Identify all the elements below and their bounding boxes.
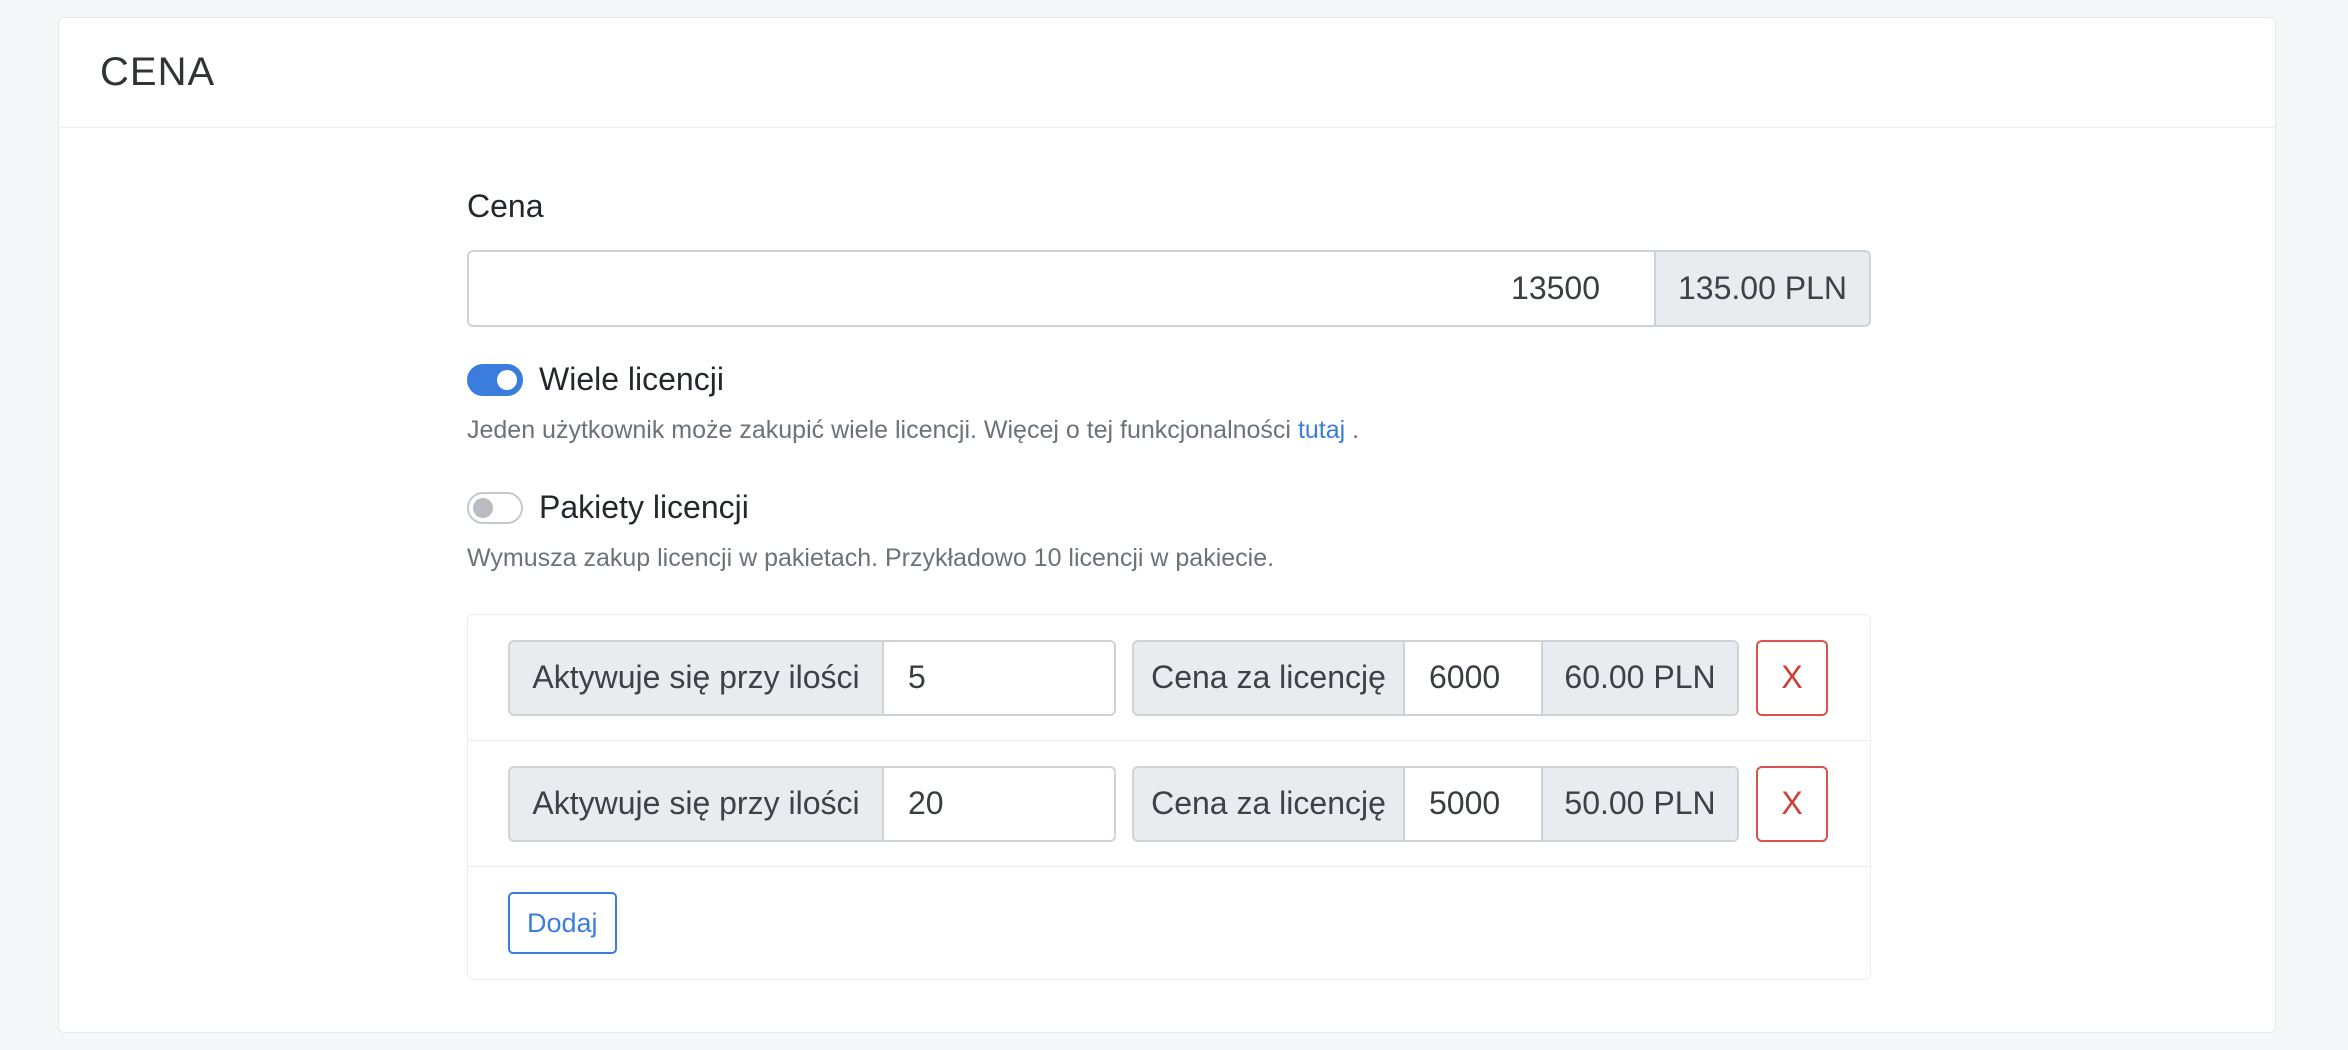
quantity-group: Aktywuje się przy ilości: [508, 765, 1116, 842]
license-price-label: Cena za licencję: [1132, 639, 1405, 716]
help-suffix: .: [1352, 416, 1360, 444]
license-price-group: Cena za licencję 60.00 PLN: [1132, 639, 1739, 716]
quantity-label: Aktywuje się przy ilości: [508, 639, 884, 716]
card-header: CENA: [59, 18, 2275, 128]
license-packages-label: Pakiety licencji: [539, 489, 749, 525]
toggle-knob: [497, 369, 517, 390]
license-price-display: 50.00 PLN: [1541, 765, 1739, 842]
multi-license-row: Wiele licencji: [467, 361, 724, 398]
license-price-input[interactable]: [1405, 639, 1541, 716]
packages-footer: Dodaj: [468, 867, 1870, 979]
quantity-input[interactable]: [884, 765, 1116, 842]
package-row: Aktywuje się przy ilości Cena za licencj…: [468, 741, 1870, 867]
multi-license-toggle[interactable]: [467, 363, 523, 396]
remove-package-button[interactable]: X: [1756, 765, 1828, 842]
license-packages-toggle[interactable]: [467, 491, 523, 524]
price-card: CENA Cena 135.00 PLN Wiele licencji Jede…: [58, 17, 2276, 1033]
help-link-tutaj[interactable]: tutaj: [1298, 416, 1345, 444]
price-input-group: 135.00 PLN: [467, 250, 1871, 327]
quantity-label: Aktywuje się przy ilości: [508, 765, 884, 842]
add-package-button[interactable]: Dodaj: [508, 892, 617, 954]
price-label: Cena: [467, 188, 544, 224]
license-price-input[interactable]: [1405, 765, 1541, 842]
price-input[interactable]: [467, 250, 1654, 327]
quantity-input[interactable]: [884, 639, 1116, 716]
package-row: Aktywuje się przy ilości Cena za licencj…: [468, 615, 1870, 741]
remove-package-button[interactable]: X: [1756, 639, 1828, 716]
price-display-addon: 135.00 PLN: [1654, 250, 1871, 327]
license-packages-help: Wymusza zakup licencji w pakietach. Przy…: [467, 544, 1275, 572]
packages-table: Aktywuje się przy ilości Cena za licencj…: [467, 614, 1871, 980]
multi-license-label: Wiele licencji: [539, 361, 724, 397]
multi-license-help-text: Jeden użytkownik może zakupić wiele lice…: [467, 416, 1291, 444]
license-price-label: Cena za licencję: [1132, 765, 1405, 842]
section-title: CENA: [100, 50, 216, 94]
license-price-display: 60.00 PLN: [1541, 639, 1739, 716]
license-price-group: Cena za licencję 50.00 PLN: [1132, 765, 1739, 842]
toggle-knob: [473, 497, 493, 518]
quantity-group: Aktywuje się przy ilości: [508, 639, 1116, 716]
license-packages-row: Pakiety licencji: [467, 489, 749, 526]
multi-license-help: Jeden użytkownik może zakupić wiele lice…: [467, 416, 1359, 445]
